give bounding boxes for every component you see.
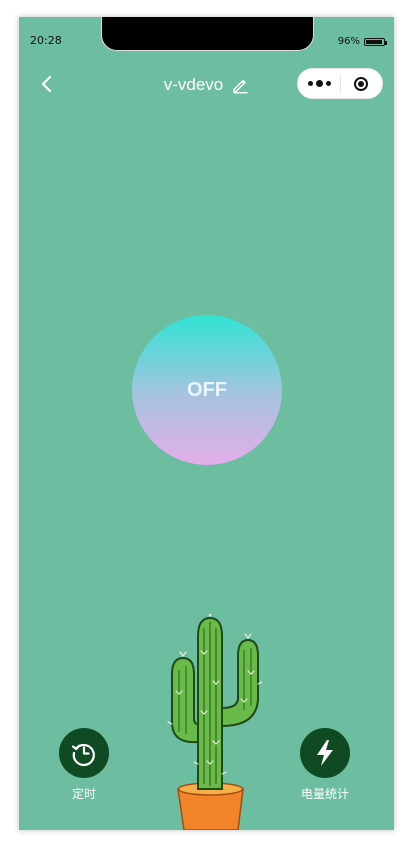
- power-stats-button[interactable]: 电量统计: [300, 728, 350, 802]
- device-notch: [101, 17, 314, 51]
- battery-percent: 96%: [337, 36, 360, 47]
- close-button[interactable]: [341, 69, 382, 98]
- timer-button[interactable]: 定时: [59, 728, 109, 802]
- timer-icon-circle: [59, 728, 109, 778]
- power-state-label: OFF: [187, 378, 227, 401]
- more-dots-icon: [325, 81, 331, 86]
- status-time: 20:28: [30, 34, 62, 47]
- power-toggle-button[interactable]: OFF: [132, 315, 282, 465]
- mini-program-capsule: [297, 68, 383, 99]
- power-stats-label: 电量统计: [300, 787, 349, 801]
- more-dots-icon: [307, 81, 313, 86]
- power-stats-icon-circle: [300, 728, 350, 778]
- status-battery-group: 96%: [337, 36, 387, 47]
- pencil-icon[interactable]: [231, 76, 249, 94]
- timer-label: 定时: [71, 787, 96, 801]
- more-dots-icon: [315, 80, 323, 87]
- target-circle-icon: [354, 76, 369, 91]
- battery-icon: [364, 37, 387, 46]
- cactus-illustration: [167, 614, 263, 830]
- app-screen: 20:28 96% v-vdevo OFF 定时 电量统计: [19, 17, 394, 830]
- battery-level: [366, 39, 383, 44]
- target-center: [358, 80, 365, 87]
- lightning-bolt-icon: [317, 740, 333, 766]
- page-title: v-vdevo: [163, 75, 224, 94]
- history-clock-icon: [71, 743, 95, 767]
- more-button[interactable]: [298, 69, 340, 98]
